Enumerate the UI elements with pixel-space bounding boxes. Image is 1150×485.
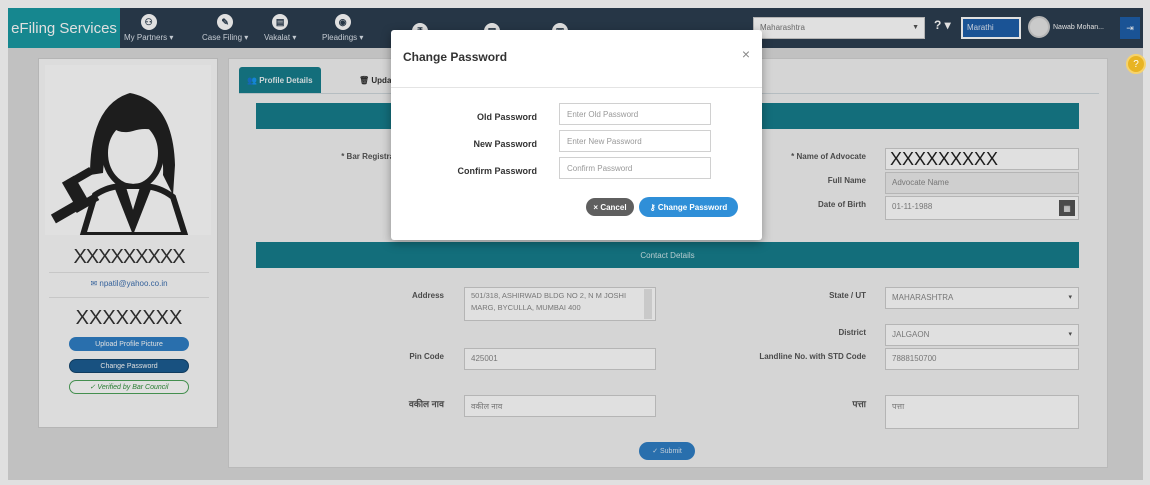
help-float-icon[interactable]: ?: [1126, 54, 1146, 74]
change-password-submit-button[interactable]: ⚷ Change Password: [639, 197, 738, 217]
change-password-label: Change Password: [657, 202, 728, 212]
key-icon: ⚷: [649, 202, 658, 212]
change-password-modal: Change Password × Old Password Enter Old…: [391, 30, 762, 240]
new-password-label: New Password: [473, 139, 537, 149]
new-password-input[interactable]: Enter New Password: [559, 130, 711, 152]
modal-divider: [391, 87, 762, 88]
modal-title: Change Password: [403, 50, 508, 64]
close-icon[interactable]: ×: [742, 46, 750, 62]
confirm-password-label: Confirm Password: [457, 166, 537, 176]
confirm-password-input[interactable]: Confirm Password: [559, 157, 711, 179]
old-password-input[interactable]: Enter Old Password: [559, 103, 711, 125]
cancel-button[interactable]: × Cancel: [586, 198, 634, 216]
old-password-label: Old Password: [476, 112, 537, 122]
